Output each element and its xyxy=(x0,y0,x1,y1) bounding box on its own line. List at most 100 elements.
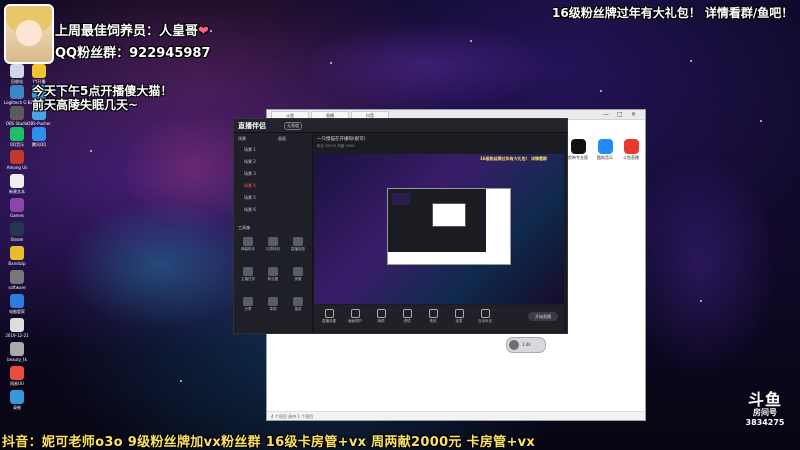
close-icon[interactable]: ✕ xyxy=(631,110,636,119)
toolbar-button[interactable]: 互动玩法 xyxy=(476,309,494,324)
scene-item[interactable]: 场景 4 xyxy=(244,183,256,189)
desktop-icon-label: 电脑管家 xyxy=(9,309,25,314)
toolbar-icon xyxy=(350,309,360,318)
tool-icon xyxy=(293,267,303,276)
desktop-icon-label: beauty_tk xyxy=(7,357,27,362)
tool-button[interactable]: 房管 xyxy=(287,267,309,282)
tool-label: 分享 xyxy=(244,307,252,311)
toolbar-button[interactable]: 滤镜 xyxy=(398,309,416,324)
toolbar-label: 连麦 xyxy=(455,319,463,323)
tool-icon xyxy=(293,297,303,306)
toolbar-button[interactable]: 美颜 xyxy=(372,309,390,324)
tool-icon xyxy=(243,237,253,246)
minimize-icon[interactable]: — xyxy=(603,110,609,119)
start-stream-button[interactable]: 开始直播 xyxy=(528,312,558,321)
heart-icon: ❤ xyxy=(198,24,209,39)
capcut-app[interactable]: 剪映专业版 xyxy=(568,139,588,161)
streaming-app-window[interactable]: 直播伴侣 无频道 场景 画面 场景 1 场景 2 场景 3 场景 4 场景 5 场景 6 … xyxy=(233,118,568,334)
star xyxy=(600,90,602,92)
nested-window-inner xyxy=(432,203,466,227)
scene-sidebar: 场景 画面 场景 1 场景 2 场景 3 场景 4 场景 5 场景 6 工具箱 弹幕助手 礼… xyxy=(234,133,313,332)
stream-preview[interactable]: 16级粉丝牌过年有大礼包！ 详情看群 xyxy=(314,154,564,304)
app-icon xyxy=(10,246,24,260)
desktop-icon-label: 网易UU xyxy=(10,381,24,386)
star xyxy=(760,120,762,122)
desktop-icon[interactable]: 网易UU xyxy=(4,366,30,386)
tool-button[interactable]: 抽奖 xyxy=(287,297,309,312)
tool-button[interactable]: 直播回放 xyxy=(287,237,309,252)
desktop-icon-label: 新建文本 xyxy=(9,189,25,194)
desktop-icon[interactable]: Bandizip xyxy=(4,246,30,266)
desktop-icon-label: 2019-12-21 xyxy=(5,333,29,338)
widget-icon xyxy=(509,340,519,350)
desktop-icon-label: OBS-Pusher xyxy=(27,121,51,126)
app-label: 酷狗音乐 xyxy=(597,155,613,160)
tool-icon xyxy=(293,237,303,246)
scene-item[interactable]: 场景 5 xyxy=(244,195,256,201)
schedule-line-2: 前天高陵失眠几天~ xyxy=(32,98,139,112)
tool-button[interactable]: 礼物特效 xyxy=(262,237,284,252)
app-label: 斗鱼直播 xyxy=(623,155,639,160)
desktop-icon[interactable]: beauty_tk xyxy=(4,342,30,362)
tab-scenes[interactable]: 场景 xyxy=(238,136,246,142)
capcut-icon xyxy=(570,139,586,154)
toolbar-icon xyxy=(402,309,412,318)
toolbox-title: 工具箱 xyxy=(238,225,250,230)
bottom-toolbar: 直播设置 画面调节 美颜 滤镜 音效 连麦 互动玩法 开始直播 xyxy=(314,305,564,331)
scene-item[interactable]: 场景 3 xyxy=(244,171,256,177)
tool-button[interactable]: 分享 xyxy=(237,297,259,312)
tab-sources[interactable]: 画面 xyxy=(278,136,286,142)
app-icon xyxy=(10,150,24,164)
star xyxy=(330,62,332,64)
maximize-icon[interactable]: □ xyxy=(617,110,623,119)
app-icon xyxy=(32,127,46,141)
tool-button[interactable]: 粉丝团 xyxy=(262,267,284,282)
toolbar-icon xyxy=(454,309,464,318)
toolbar-icon xyxy=(480,309,490,318)
tool-label: 粉丝团 xyxy=(267,277,279,281)
tool-label: 房管 xyxy=(294,277,302,281)
desktop-icon[interactable]: 录制 xyxy=(4,390,30,410)
toolbar-icon xyxy=(324,309,334,318)
scene-item[interactable]: 场景 6 xyxy=(244,207,256,213)
top-feeder-line: 上周最佳饲养员：人皇哥❤ xyxy=(55,20,209,39)
toolbar-button[interactable]: 画面调节 xyxy=(346,309,364,324)
kugou-app[interactable]: 酷狗音乐 xyxy=(595,139,615,161)
desktop-icon[interactable]: Steam xyxy=(4,222,30,242)
desktop-icon-label: 录制 xyxy=(13,405,21,410)
toolbar-button[interactable]: 直播设置 xyxy=(320,309,338,324)
desktop-icon[interactable]: Games xyxy=(4,198,30,218)
tool-button[interactable]: 录制 xyxy=(262,297,284,312)
app-label: 剪映专业版 xyxy=(568,155,588,160)
desktop-icon[interactable]: software xyxy=(4,270,30,290)
app-icon xyxy=(10,174,24,188)
app-icon xyxy=(10,294,24,308)
desktop-icon[interactable]: 新建文本 xyxy=(4,174,30,194)
channel-badge[interactable]: 无频道 xyxy=(284,122,302,130)
app-icon xyxy=(10,222,24,236)
streamer-avatar xyxy=(4,4,54,64)
desktop-icon-label: Among Us xyxy=(6,165,28,170)
toolbar-label: 直播设置 xyxy=(322,319,336,323)
douyu-app[interactable]: 斗鱼直播 xyxy=(621,139,641,161)
tool-label: 主播任务 xyxy=(241,277,255,281)
desktop-icon[interactable]: 电脑管家 xyxy=(4,294,30,314)
floating-widget[interactable]: 1.4k xyxy=(506,337,546,353)
desktop-icon[interactable]: 2019-12-21 xyxy=(4,318,30,338)
app-icon xyxy=(10,342,24,356)
nested-app xyxy=(388,189,486,252)
tool-label: 直播回放 xyxy=(291,247,305,251)
toolbar-button[interactable]: 音效 xyxy=(424,309,442,324)
app-icon xyxy=(10,390,24,404)
desktop-icon[interactable]: 腾讯QQ xyxy=(26,127,52,147)
desktop-icon-label: 腾讯QQ xyxy=(31,142,47,147)
desktop-icon[interactable]: Among Us xyxy=(4,150,30,170)
scene-item[interactable]: 场景 2 xyxy=(244,159,256,165)
toolbar-label: 互动玩法 xyxy=(478,319,492,323)
tool-button[interactable]: 弹幕助手 xyxy=(237,237,259,252)
scene-item[interactable]: 场景 1 xyxy=(244,147,256,153)
desktop-icon[interactable]: YY开播 xyxy=(26,64,52,84)
toolbar-label: 画面调节 xyxy=(348,319,362,323)
toolbar-button[interactable]: 连麦 xyxy=(450,309,468,324)
tool-button[interactable]: 主播任务 xyxy=(237,267,259,282)
